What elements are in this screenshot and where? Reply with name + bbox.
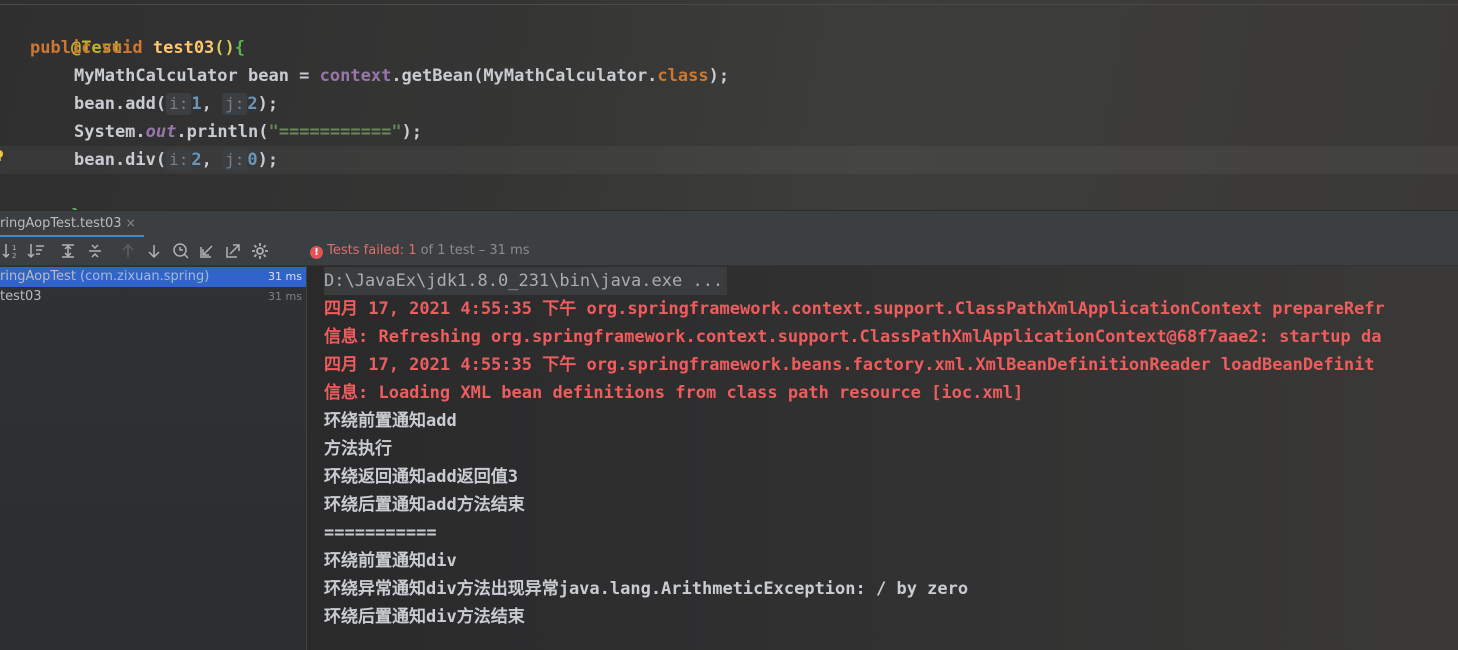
console-line: 环绕后置通知add方法结束 — [324, 495, 525, 515]
error-icon: ! — [310, 246, 323, 259]
field-token: out — [145, 122, 177, 142]
prev-failed-icon[interactable] — [118, 241, 138, 261]
svg-text:1: 1 — [12, 244, 16, 252]
param-hint: j: — [222, 93, 248, 115]
code-line-7[interactable]: } — [30, 174, 81, 210]
console-line: D:\JavaEx\jdk1.8.0_231\bin\java.exe ... — [324, 267, 728, 295]
var-token: bean = — [237, 66, 320, 86]
console-line: 环绕前置通知div — [324, 551, 457, 571]
status-mid: of 1 test – — [416, 243, 490, 258]
console-line: 信息: Refreshing org.springframework.conte… — [324, 327, 1382, 347]
keyword-token: void — [101, 38, 143, 58]
param-hint: i: — [166, 149, 192, 171]
end-token: ); — [708, 66, 730, 86]
console-line: 四月 17, 2021 4:55:35 下午 org.springframewo… — [324, 299, 1385, 319]
brace-token: { — [234, 38, 246, 58]
end-token: ); — [257, 150, 279, 170]
sort-duration-icon[interactable] — [27, 241, 47, 261]
end-token: ); — [257, 94, 279, 114]
tree-row-root[interactable]: ringAopTest (com.zixuan.spring) 31 ms — [0, 267, 306, 287]
code-line-4[interactable]: bean.add(i: 1, j: 2); — [74, 90, 278, 118]
call-token: .getBean(MyMathCalculator. — [391, 66, 658, 86]
number-token: 2 — [247, 94, 258, 114]
type-token: MyMathCalculator — [74, 66, 238, 86]
param-hint: i: — [166, 93, 192, 115]
call-token: bean.add( — [74, 94, 167, 114]
number-token: 2 — [191, 150, 202, 170]
run-tab-label: ringAopTest.test03 — [0, 216, 122, 231]
comma-token: , — [201, 150, 212, 170]
sort-alpha-icon[interactable]: 12 — [2, 241, 22, 261]
console-line: 环绕前置通知add — [324, 411, 457, 431]
console-output[interactable]: D:\JavaEx\jdk1.8.0_231\bin\java.exe ... … — [307, 266, 1458, 650]
paren-token: () — [214, 38, 235, 58]
number-token: 0 — [247, 150, 258, 170]
code-line-6[interactable]: bean.div(i: 2, j: 0); — [74, 146, 278, 174]
console-line: 环绕异常通知div方法出现异常java.lang.ArithmeticExcep… — [324, 579, 969, 599]
collapse-all-icon[interactable] — [85, 241, 105, 261]
run-tab-bar: ringAopTest.test03 × — [0, 210, 1458, 237]
code-line-5[interactable]: System.out.println("==========="); — [74, 118, 422, 146]
number-token: 1 — [191, 94, 202, 114]
console-line: 方法执行 — [324, 439, 392, 459]
test-duration: 31 ms — [268, 270, 302, 283]
test-status: ! Tests failed: 1 of 1 test – 31 ms — [310, 237, 530, 265]
tree-row-test03[interactable]: test03 31 ms — [0, 287, 306, 307]
test-package: (com.zixuan.spring) — [75, 269, 210, 284]
history-icon[interactable] — [171, 241, 191, 261]
method-name-token: test03 — [152, 38, 215, 58]
status-time: 31 ms — [489, 243, 530, 258]
call-token: .println( — [176, 122, 269, 142]
code-line-1[interactable]: @Test — [30, 6, 122, 58]
call-token: bean.div( — [74, 150, 167, 170]
console-line: 信息: Loading XML bean definitions from cl… — [324, 383, 1024, 403]
import-tests-icon[interactable] — [197, 241, 217, 261]
code-line-3[interactable]: MyMathCalculator bean = context.getBean(… — [74, 62, 729, 90]
export-tests-icon[interactable] — [223, 241, 243, 261]
lightbulb-icon[interactable] — [0, 150, 5, 162]
string-token: "===========" — [268, 122, 402, 142]
keyword-token: public — [30, 38, 92, 58]
console-line: 四月 17, 2021 4:55:35 下午 org.springframewo… — [324, 355, 1375, 375]
svg-text:2: 2 — [12, 252, 16, 260]
console-line: 环绕后置通知div方法结束 — [324, 607, 525, 627]
param-hint: j: — [222, 149, 248, 171]
run-tab[interactable]: ringAopTest.test03 × — [0, 211, 144, 237]
test-tree: ringAopTest (com.zixuan.spring) 31 ms te… — [0, 266, 307, 650]
code-editor[interactable]: @Test public void test03(){ MyMathCalcul… — [0, 0, 1458, 210]
field-token: context — [319, 66, 392, 86]
end-token: ); — [401, 122, 423, 142]
console-line: 环绕返回通知add返回值3 — [324, 467, 518, 487]
comma-token: , — [201, 94, 212, 114]
test-class-name: ringAopTest — [0, 269, 76, 284]
settings-icon[interactable] — [250, 241, 270, 261]
expand-all-icon[interactable] — [58, 241, 78, 261]
next-failed-icon[interactable] — [144, 241, 164, 261]
class-token: System. — [74, 122, 146, 142]
code-line-2[interactable]: public void test03(){ — [30, 34, 245, 62]
status-prefix: Tests failed: — [327, 243, 409, 258]
keyword-token: class — [657, 66, 709, 86]
test-duration: 31 ms — [268, 290, 302, 303]
editor-divider — [0, 4, 1458, 5]
console-line: =========== — [324, 523, 437, 543]
test-toolbar: 12 ! Tests failed: 1 of 1 test – 31 ms — [0, 237, 1458, 266]
test-method-name: test03 — [0, 289, 42, 304]
close-icon[interactable]: × — [126, 216, 136, 230]
